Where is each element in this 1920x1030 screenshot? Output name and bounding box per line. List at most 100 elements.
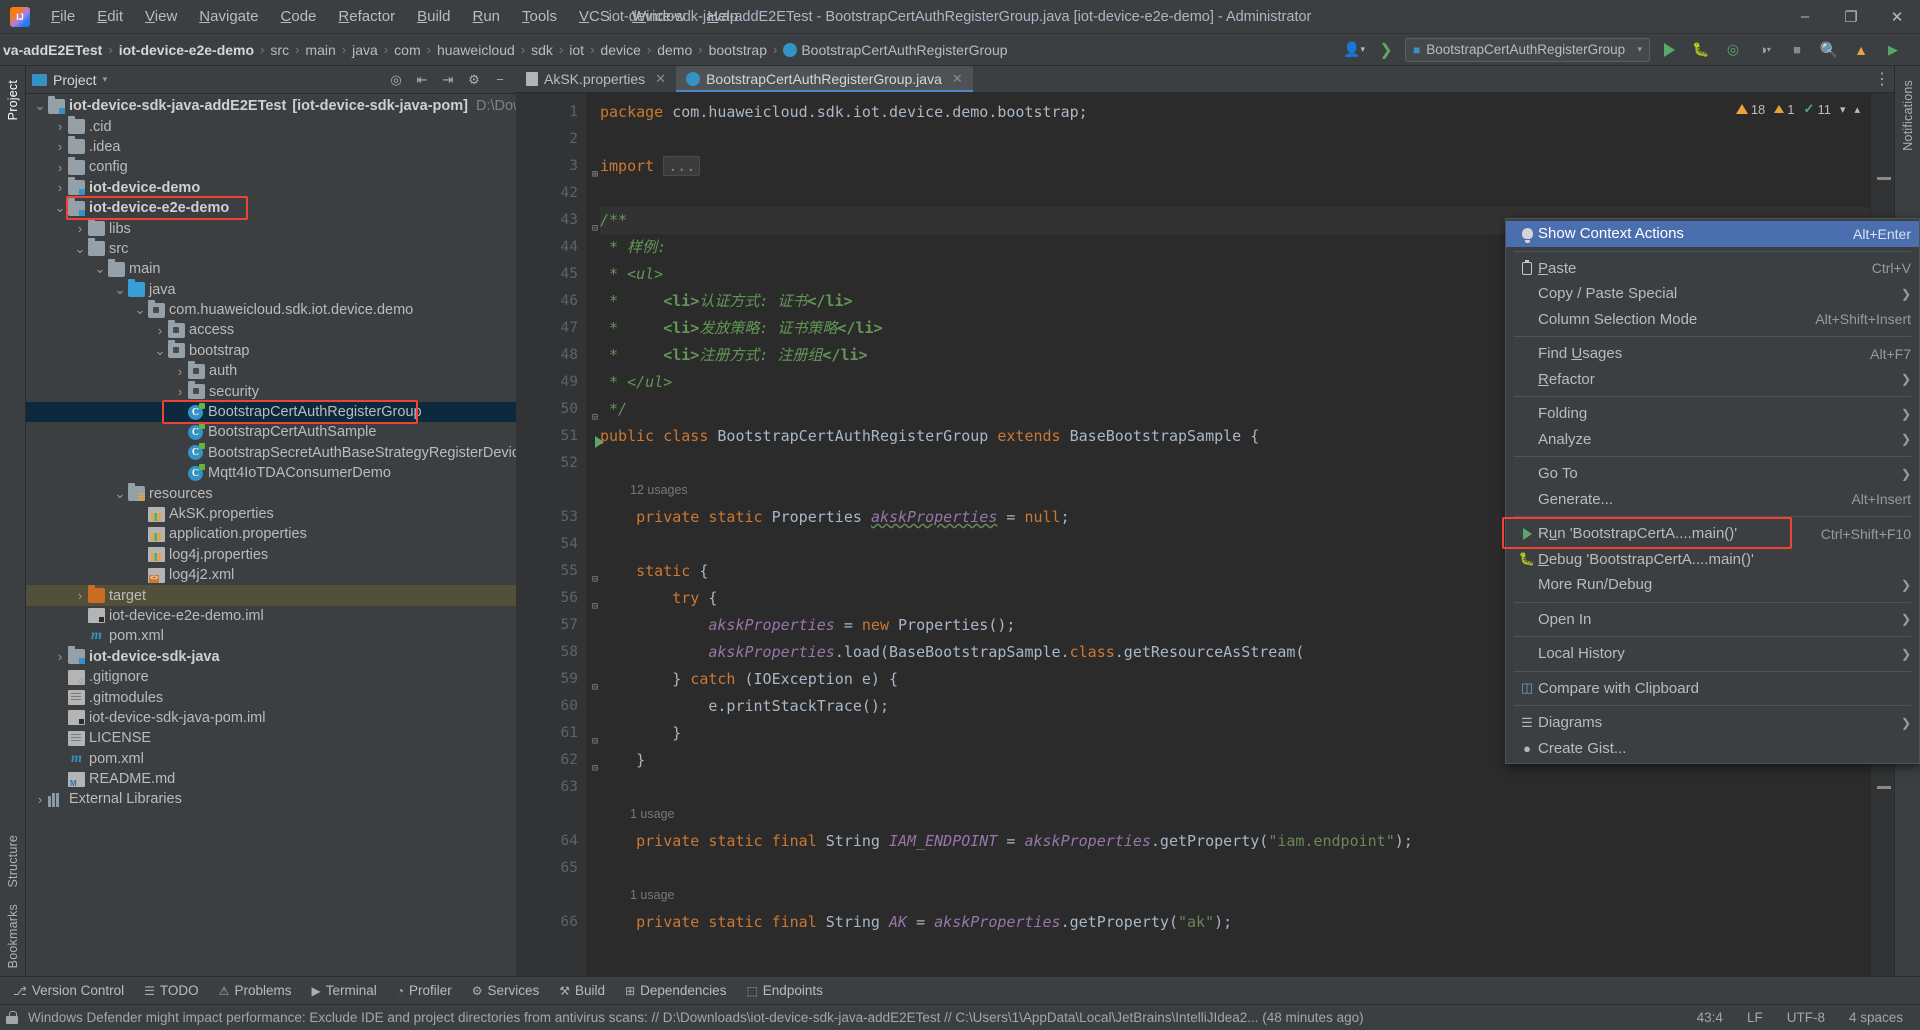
tree-item[interactable]: › .idea (26, 136, 516, 157)
context-menu-item[interactable]: Show Context Actions Alt+Enter (1506, 221, 1919, 247)
sidebar-item-structure[interactable]: Structure (4, 827, 22, 896)
tree-item[interactable]: m pom.xml (26, 626, 516, 646)
tree-item[interactable]: log4j.properties (26, 545, 516, 565)
chevron-right-icon[interactable]: › (52, 139, 68, 154)
maximize-button[interactable]: ❐ (1828, 0, 1874, 34)
breadcrumb-item[interactable]: com (391, 40, 423, 60)
context-menu-item[interactable]: ● Create Gist... (1506, 736, 1919, 762)
debug-button[interactable]: 🐛 (1688, 38, 1714, 62)
code-line[interactable]: private static final String IAM_ENDPOINT… (600, 828, 1894, 855)
warnings-count[interactable]: 18 (1735, 102, 1765, 117)
tree-item[interactable]: › config (26, 156, 516, 177)
tree-item[interactable]: ⌄ bootstrap (26, 340, 516, 361)
status-message[interactable]: Windows Defender might impact performanc… (28, 1010, 1680, 1025)
chevron-right-icon[interactable]: › (72, 221, 88, 236)
chevron-right-icon[interactable]: › (172, 384, 188, 399)
settings-gear-icon[interactable]: ⚙ (464, 70, 484, 90)
chevron-down-icon[interactable]: ⌄ (32, 98, 48, 114)
chevron-down-icon[interactable]: ⌄ (112, 486, 128, 502)
tree-item[interactable]: › External Libraries (26, 789, 516, 809)
tree-item[interactable]: ⌄ iot-device-e2e-demo (26, 197, 516, 218)
tree-item[interactable]: iot-device-sdk-java-pom.iml (26, 708, 516, 728)
run-with-coverage-button[interactable]: ◎ (1720, 38, 1746, 62)
tree-item[interactable]: C BootstrapCertAuthSample (26, 422, 516, 442)
profile-button[interactable]: ◑ ▾ (1752, 38, 1778, 62)
caret-position[interactable]: 43:4 (1690, 1010, 1730, 1025)
usage-hint[interactable]: 1 usage (600, 882, 1894, 909)
breadcrumb-item[interactable]: java (349, 40, 381, 60)
menu-navigate[interactable]: Navigate (188, 4, 269, 29)
collapse-inspections-icon[interactable]: ▾ (1840, 103, 1846, 116)
context-menu-item[interactable]: Find Usages Alt+F7 (1506, 341, 1919, 367)
context-menu-item[interactable]: Generate... Alt+Insert (1506, 487, 1919, 513)
project-tree[interactable]: ⌄ iot-device-sdk-java-addE2ETest [iot-devi… (26, 94, 516, 976)
context-menu-item[interactable]: Refactor ❯ (1506, 367, 1919, 393)
tree-item[interactable]: › .cid (26, 116, 516, 136)
context-menu-item[interactable]: Go To ❯ (1506, 461, 1919, 487)
bottom-tab-terminal[interactable]: ▶ Terminal (302, 980, 385, 1001)
breadcrumb-item[interactable]: demo (654, 40, 695, 60)
bottom-tab-profiler[interactable]: ◔ Profiler (388, 980, 461, 1001)
chevron-down-icon[interactable]: ⌄ (132, 302, 148, 318)
run-button[interactable] (1656, 38, 1682, 62)
share-icon[interactable]: ▶ (1880, 38, 1906, 62)
editor-options-icon[interactable]: ⋮ (1870, 66, 1894, 92)
breadcrumb-item[interactable]: src (267, 40, 292, 60)
tree-item[interactable]: ⌄ main (26, 258, 516, 279)
tree-item[interactable]: C Mqtt4IoTDAConsumerDemo (26, 463, 516, 483)
bottom-tab-version-control[interactable]: ⎇ Version Control (4, 980, 133, 1001)
notification-icon[interactable]: ▲ (1848, 38, 1874, 62)
breadcrumb-item[interactable]: iot (566, 40, 587, 60)
breadcrumb-item[interactable]: bootstrap (706, 40, 770, 60)
editor-tab[interactable]: BootstrapCertAuthRegisterGroup.java ✕ (676, 66, 973, 92)
chevron-right-icon[interactable]: › (52, 119, 68, 134)
expand-inspections-icon[interactable]: ▴ (1854, 103, 1860, 116)
context-menu-item[interactable]: ◫ Compare with Clipboard (1506, 676, 1919, 702)
file-encoding[interactable]: UTF-8 (1780, 1010, 1832, 1025)
chevron-right-icon[interactable]: › (172, 364, 188, 379)
bottom-tab-dependencies[interactable]: ⊞ Dependencies (616, 980, 735, 1001)
chevron-right-icon[interactable]: › (152, 323, 168, 338)
chevron-down-icon[interactable]: ⌄ (152, 343, 168, 359)
tree-item[interactable]: ⌄ resources (26, 483, 516, 503)
breadcrumb-item[interactable]: BootstrapCertAuthRegisterGroup (780, 40, 1010, 60)
collapse-all-icon[interactable]: ⇤ (412, 70, 432, 90)
code-line[interactable] (600, 774, 1894, 801)
menu-edit[interactable]: Edit (86, 4, 134, 29)
chevron-down-icon[interactable]: ⌄ (52, 200, 68, 216)
tree-item[interactable]: ⌄ java (26, 279, 516, 300)
context-menu-item[interactable]: Open In ❯ (1506, 607, 1919, 633)
tree-item[interactable]: C BootstrapSecretAuthBaseStrategyRegister… (26, 443, 516, 463)
inspection-status[interactable]: 18 1 ✓ 11 ▾ ▴ (1735, 101, 1860, 117)
context-menu-item[interactable]: Local History ❯ (1506, 641, 1919, 667)
close-icon[interactable]: ✕ (952, 71, 963, 87)
menu-file[interactable]: File (40, 4, 86, 29)
target-icon[interactable]: ◎ (386, 70, 406, 90)
bottom-tab-problems[interactable]: ⚠ Problems (210, 980, 301, 1001)
tree-item[interactable]: m pom.xml (26, 749, 516, 769)
tree-item[interactable]: ⌄ iot-device-sdk-java-addE2ETest [iot-devi… (26, 95, 516, 116)
bottom-tab-services[interactable]: ⚙ Services (463, 980, 549, 1001)
sidebar-item-project[interactable]: Project (4, 72, 22, 128)
weak-warnings-count[interactable]: 1 (1774, 102, 1795, 117)
context-menu-item[interactable]: ☰ Diagrams ❯ (1506, 710, 1919, 736)
editor-tab[interactable]: AkSK.properties ✕ (516, 66, 676, 92)
breadcrumb-item[interactable]: iot-device-e2e-demo (116, 40, 257, 60)
chevron-down-icon[interactable]: ⌄ (112, 282, 128, 298)
context-menu-item[interactable]: Column Selection Mode Alt+Shift+Insert (1506, 307, 1919, 333)
context-menu-item[interactable]: Paste Ctrl+V (1506, 256, 1919, 282)
context-menu-item[interactable]: Folding ❯ (1506, 401, 1919, 427)
chevron-right-icon[interactable]: › (32, 792, 48, 807)
close-button[interactable]: ✕ (1874, 0, 1920, 34)
sidebar-item-bookmarks[interactable]: Bookmarks (4, 896, 22, 976)
code-line[interactable] (600, 126, 1894, 153)
tree-item[interactable]: C BootstrapCertAuthRegisterGroup (26, 401, 516, 423)
chevron-down-icon[interactable]: ⌄ (72, 241, 88, 257)
chevron-down-icon[interactable]: ⌄ (92, 261, 108, 277)
context-menu-item[interactable]: Copy / Paste Special ❯ (1506, 281, 1919, 307)
context-menu-item[interactable]: 🐛 Debug 'BootstrapCertA....main()' (1506, 547, 1919, 573)
breadcrumb-item[interactable]: huaweicloud (434, 40, 518, 60)
tree-item[interactable]: › auth (26, 360, 516, 381)
tree-item[interactable]: › access (26, 319, 516, 340)
tree-item[interactable]: log4j2.xml (26, 565, 516, 585)
